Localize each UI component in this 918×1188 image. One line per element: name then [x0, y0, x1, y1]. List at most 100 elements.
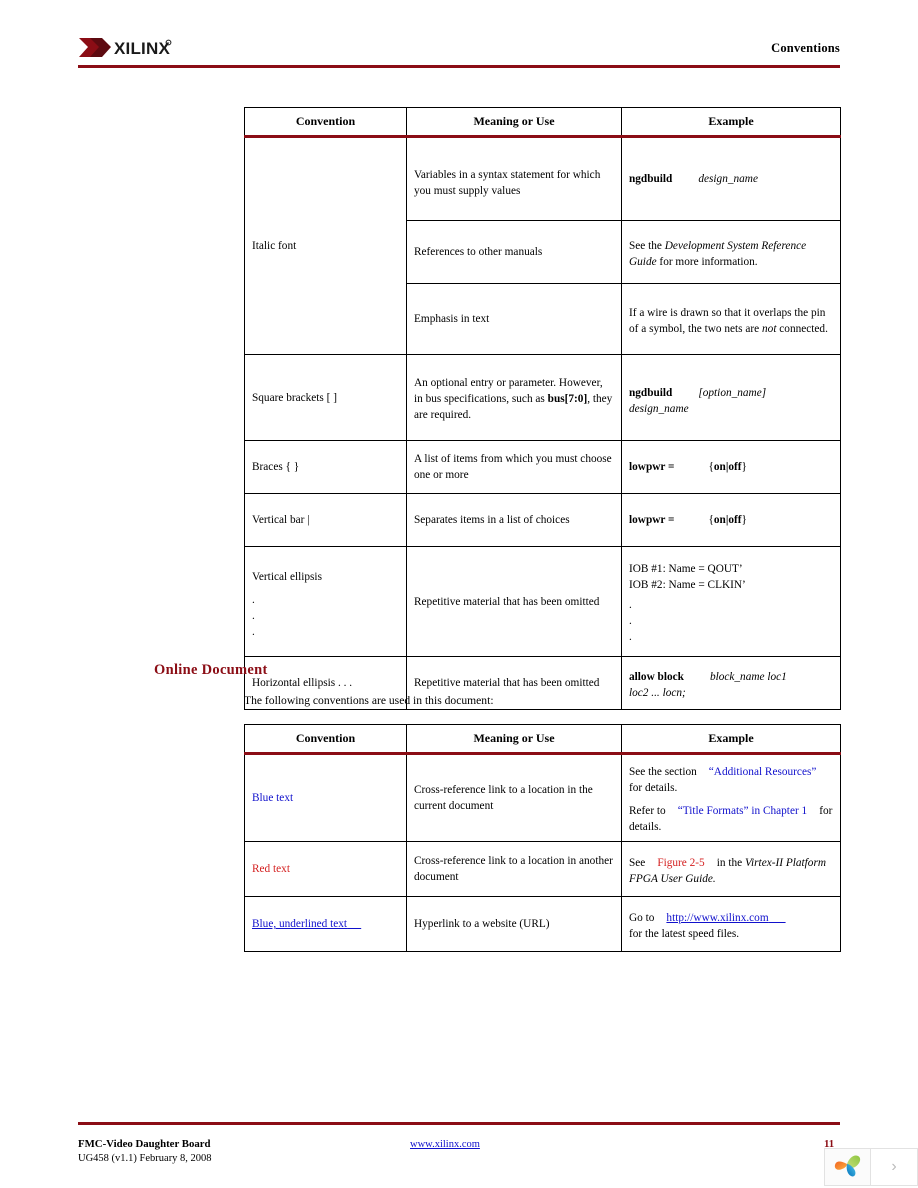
column-header-convention: Convention [244, 723, 407, 756]
example-command: lowpwr = [629, 514, 675, 527]
cell-convention: Braces { } [244, 440, 407, 495]
widget-logo-button[interactable] [824, 1148, 871, 1186]
example-line: IOB #1: Name = QOUT’ [629, 563, 743, 575]
typographical-conventions-table: Convention Meaning or Use Example Italic… [244, 106, 841, 711]
example-text: Go to [629, 911, 655, 924]
convention-label-blue-text: Blue text [252, 792, 294, 805]
example-command: ngdbuild [629, 173, 673, 186]
cell-example: ngdbuild design_name [621, 136, 841, 222]
convention-label: Vertical ellipsis [252, 570, 322, 583]
column-header-meaning: Meaning or Use [406, 106, 622, 139]
cell-example: ngdbuild [option_name] design_name [621, 354, 841, 442]
convention-label-blue-underlined-text: Blue, underlined text [252, 918, 348, 931]
footer-document-title: FMC-Video Daughter Board [78, 1138, 211, 1150]
header-rule [78, 65, 840, 68]
example-variable: block_name loc1 [709, 670, 787, 683]
online-document-conventions-table: Convention Meaning or Use Example Blue t… [244, 723, 841, 953]
cell-meaning: A list of items from which you must choo… [406, 440, 622, 495]
cell-meaning: Cross-reference link to a location in th… [406, 753, 622, 843]
cell-meaning: Hyperlink to a website (URL) [406, 896, 622, 953]
document-page: XILINX Conventions Convention Meaning or… [0, 0, 918, 1188]
xilinx-logo-icon: XILINX [78, 36, 174, 60]
section-intro-text: The following conventions are used in th… [244, 694, 494, 707]
cell-example: See the section “Additional Resources” for… [621, 753, 841, 843]
cell-meaning: References to other manuals [406, 220, 622, 285]
cell-convention: Italic font [244, 136, 407, 356]
website-hyperlink[interactable]: http://www.xilinx.com [666, 912, 768, 924]
cell-convention: Blue text [244, 753, 407, 843]
cell-example: lowpwr = {on|off} [621, 440, 841, 495]
underline-tail [347, 918, 361, 930]
svg-text:XILINX: XILINX [114, 39, 170, 58]
example-text: for the latest speed files. [629, 927, 740, 940]
example-variable: design_name [698, 173, 758, 186]
figure-cross-reference-link[interactable]: Figure 2-5 [657, 857, 704, 869]
table-header-row: Convention Meaning or Use Example [244, 106, 841, 139]
example-text: Refer to [629, 805, 666, 818]
ellipsis-dot: . [629, 615, 632, 628]
example-braces: {on|off} [708, 461, 747, 474]
column-header-meaning: Meaning or Use [406, 723, 622, 756]
example-variable: design_name [629, 403, 689, 416]
example-command: allow block [629, 670, 684, 683]
cell-example: allow block block_name loc1 loc2 ... locn… [621, 656, 841, 711]
ellipsis-dot: . [252, 625, 255, 638]
table-row: Blue, underlined text Hyperlink to a web… [244, 896, 841, 953]
cell-meaning: An optional entry or parameter. However,… [406, 354, 622, 442]
ellipsis-dot: . [629, 599, 632, 612]
ellipsis-dot: . [629, 631, 632, 644]
cell-example: See Figure 2-5 in the Virtex-II Platform F… [621, 841, 841, 898]
example-text: See [629, 856, 646, 869]
cell-example: See the Development System Reference Gui… [621, 220, 841, 285]
cell-convention: Vertical ellipsis . . . [244, 546, 407, 658]
table-row: Italic font Variables in a syntax statem… [244, 136, 841, 356]
table-header-row: Convention Meaning or Use Example [244, 723, 841, 756]
example-braces: {on|off} [708, 514, 747, 527]
cell-convention: Square brackets [ ] [244, 354, 407, 442]
cell-example: Go to http://www.xilinx.com for the lates… [621, 896, 841, 953]
table-row: Blue text Cross-reference link to a loca… [244, 753, 841, 843]
table-row: Square brackets [ ] An optional entry or… [244, 354, 841, 442]
cell-meaning: Separates items in a list of choices [406, 493, 622, 548]
example-variable: loc2 ... locn; [629, 686, 686, 699]
example-command: ngdbuild [629, 387, 673, 399]
cell-meaning: Variables in a syntax statement for whic… [406, 136, 622, 222]
cross-reference-link[interactable]: “Additional Resources” [709, 766, 817, 778]
example-text: in the [716, 856, 743, 869]
table-row: Vertical ellipsis . . . Repetitive mater… [244, 546, 841, 658]
header-title: Conventions [771, 41, 840, 55]
table-row: Red text Cross-reference link to a locat… [244, 841, 841, 898]
page-header: XILINX Conventions [78, 32, 840, 76]
column-header-example: Example [621, 723, 841, 756]
footer-document-id: UG458 (v1.1) February 8, 2008 [78, 1153, 212, 1164]
chevron-right-icon: › [891, 1158, 897, 1175]
cell-meaning: Cross-reference link to a location in an… [406, 841, 622, 898]
column-header-example: Example [621, 106, 841, 139]
section-heading-online-document: Online Document [154, 662, 268, 678]
table-row: Braces { } A list of items from which yo… [244, 440, 841, 495]
cell-meaning: Emphasis in text [406, 283, 622, 356]
colored-leaves-logo-icon [833, 1151, 863, 1184]
ellipsis-dot: . [252, 609, 255, 622]
convention-label-red-text: Red text [252, 863, 290, 876]
cross-reference-link[interactable]: “Title Formats” in Chapter 1 [678, 805, 807, 817]
footer-rule [78, 1122, 840, 1125]
cell-meaning: Repetitive material that has been omitte… [406, 546, 622, 658]
cell-example: If a wire is drawn so that it overlaps t… [621, 283, 841, 356]
cell-convention: Red text [244, 841, 407, 898]
next-page-button[interactable]: › [871, 1148, 918, 1186]
cell-example: lowpwr = {on|off} [621, 493, 841, 548]
column-header-convention: Convention [244, 106, 407, 139]
cell-example: IOB #1: Name = QOUT’ IOB #2: Name = CLKI… [621, 546, 841, 658]
example-text: See the section [629, 765, 697, 778]
example-text: for details. [629, 782, 678, 794]
example-command: lowpwr = [629, 461, 675, 474]
cell-convention: Blue, underlined text [244, 896, 407, 953]
example-option: [option_name] [698, 387, 767, 399]
floating-widget[interactable]: › [824, 1148, 918, 1186]
example-line: IOB #2: Name = CLKIN’ [629, 579, 746, 592]
footer-website-link[interactable]: www.xilinx.com [410, 1139, 480, 1150]
ellipsis-dot: . [252, 593, 255, 606]
cell-convention: Vertical bar | [244, 493, 407, 548]
table-row: Vertical bar | Separates items in a list… [244, 493, 841, 548]
